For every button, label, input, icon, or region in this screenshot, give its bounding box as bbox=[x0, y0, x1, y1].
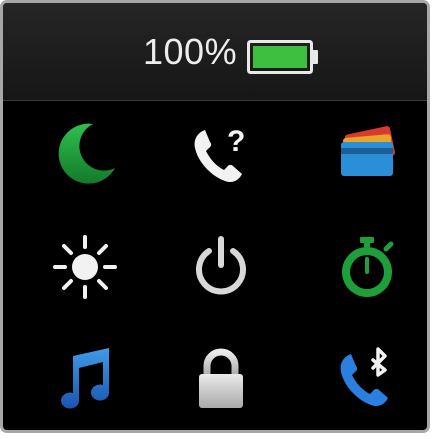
battery-fill bbox=[253, 46, 307, 68]
wallet-cards-icon bbox=[341, 126, 396, 176]
power-icon bbox=[196, 236, 246, 295]
phone-bluetooth-icon bbox=[340, 347, 388, 407]
phone-question-icon: ? bbox=[194, 125, 245, 183]
device-screen: 100% ? bbox=[0, 0, 430, 433]
stopwatch-icon bbox=[342, 237, 394, 297]
tile-stopwatch[interactable] bbox=[312, 222, 422, 312]
tile-wallet[interactable] bbox=[312, 109, 422, 199]
padlock-icon bbox=[199, 348, 243, 408]
battery-full-icon bbox=[247, 40, 318, 74]
moon-icon bbox=[58, 123, 115, 184]
tile-do-not-disturb[interactable] bbox=[30, 109, 140, 199]
tile-music-controls[interactable] bbox=[30, 333, 140, 423]
tile-brightness[interactable] bbox=[30, 222, 140, 312]
tile-lock[interactable] bbox=[166, 333, 276, 423]
tile-bluetooth-phone[interactable] bbox=[312, 333, 422, 423]
battery-percentage: 100% bbox=[143, 31, 238, 72]
music-note-icon bbox=[61, 348, 110, 409]
svg-text:?: ? bbox=[227, 125, 245, 158]
tile-power[interactable] bbox=[166, 222, 276, 312]
sun-icon bbox=[53, 235, 117, 299]
status-bar: 100% bbox=[3, 3, 427, 101]
quick-settings-grid: ? bbox=[3, 101, 427, 430]
tile-find-my-phone[interactable]: ? bbox=[166, 109, 276, 199]
